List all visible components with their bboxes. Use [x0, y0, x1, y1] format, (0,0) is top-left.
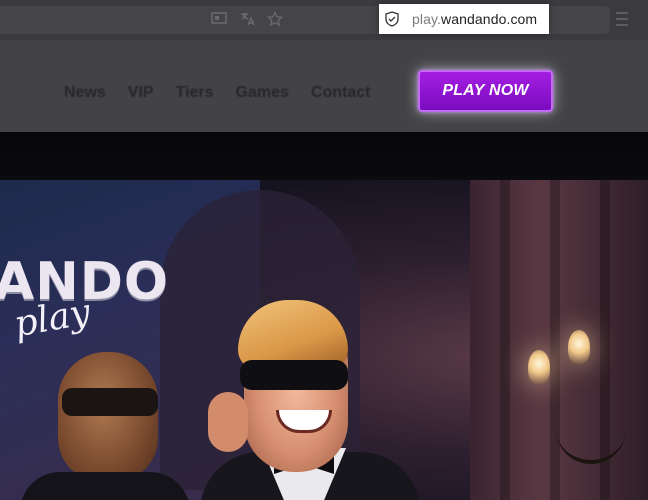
nav-news[interactable]: News: [64, 84, 106, 102]
menu-icon[interactable]: [616, 12, 628, 26]
character-left-body: [20, 472, 190, 500]
wall-lamp-left: [528, 350, 550, 384]
hero-banner: ANDO play: [0, 180, 648, 500]
nav-games[interactable]: Games: [236, 84, 289, 102]
header-divider: [0, 132, 648, 180]
nav-contact[interactable]: Contact: [311, 84, 371, 102]
play-now-button[interactable]: PLAY NOW: [418, 70, 553, 112]
bookmark-star-icon[interactable]: [266, 10, 284, 29]
character-center-hand: [208, 392, 248, 452]
url-domain: wandando.com: [441, 11, 538, 27]
translate-icon[interactable]: [238, 11, 256, 29]
url-subdomain: play.: [412, 11, 442, 27]
reader-view-icon[interactable]: [210, 11, 228, 29]
browser-toolbar: play.wandando.com: [0, 0, 648, 40]
url-display[interactable]: play.wandando.com: [379, 4, 549, 34]
character-center-sunglasses: [240, 360, 348, 390]
main-nav: News VIP Tiers Games Contact: [64, 84, 370, 102]
character-left-glasses: [62, 388, 158, 416]
character-left-head: [58, 352, 158, 482]
url-text: play.wandando.com: [412, 11, 537, 27]
hero-curtain: [470, 180, 648, 500]
wall-lamp-right: [568, 330, 590, 364]
nav-tiers[interactable]: Tiers: [176, 84, 214, 102]
nav-vip[interactable]: VIP: [128, 84, 154, 102]
site-security-icon[interactable]: [384, 11, 400, 27]
